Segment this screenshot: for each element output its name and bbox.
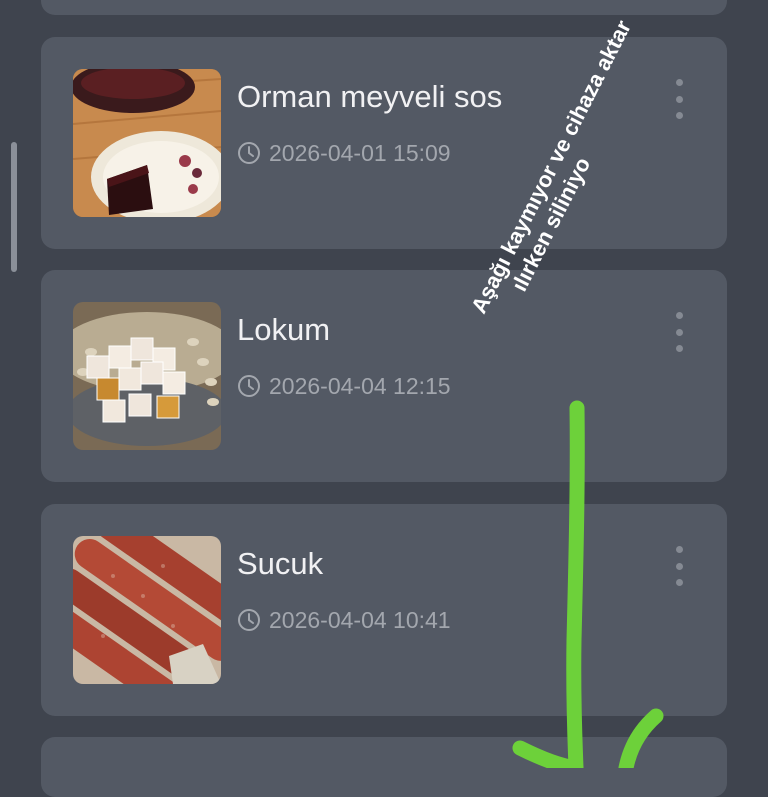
recipe-card-partial-top[interactable]: [41, 0, 727, 15]
recipe-timestamp-text: 2026-04-04 10:41: [269, 606, 451, 633]
recipe-card[interactable]: Sucuk 2026-04-04 10:41: [41, 504, 727, 716]
more-vertical-icon[interactable]: [671, 546, 687, 586]
recipe-card[interactable]: Lokum 2026-04-04 12:15: [41, 270, 727, 482]
clock-icon: [238, 609, 260, 631]
more-vertical-icon[interactable]: [671, 312, 687, 352]
more-vertical-icon[interactable]: [671, 79, 687, 119]
clock-icon: [238, 375, 260, 397]
clock-icon: [238, 142, 260, 164]
scrollbar[interactable]: [11, 142, 17, 272]
recipe-timestamp: 2026-04-04 12:15: [237, 371, 451, 401]
recipe-title: Lokum: [237, 312, 331, 347]
recipe-thumbnail: [73, 69, 221, 217]
recipe-timestamp: 2026-04-04 10:41: [237, 605, 451, 635]
recipe-thumbnail: [73, 302, 221, 450]
recipe-title: Sucuk: [237, 546, 324, 581]
recipe-thumbnail: [73, 536, 221, 684]
recipe-title: Orman meyveli sos: [237, 79, 503, 114]
recipe-card-partial-bottom[interactable]: [41, 737, 727, 797]
recipe-timestamp: 2026-04-01 15:09: [237, 138, 451, 168]
recipe-timestamp-text: 2026-04-04 12:15: [269, 372, 451, 399]
recipe-timestamp-text: 2026-04-01 15:09: [269, 139, 451, 166]
